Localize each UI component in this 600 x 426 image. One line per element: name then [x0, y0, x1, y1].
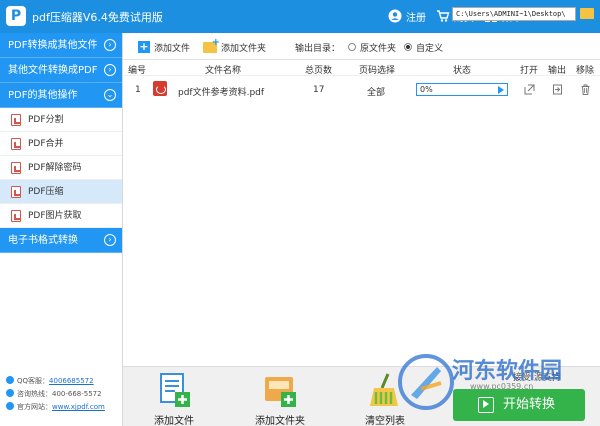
browse-folder-icon[interactable] [580, 8, 594, 19]
app-window: P pdf压缩器V6.4免费试用版 注册 购买 菜单 — ☐ ✕ PDF转换成其… [0, 0, 600, 426]
watermark-text: 河东软件园 [452, 358, 563, 384]
start-convert-button[interactable]: 开始转换 [453, 389, 585, 421]
pdf-doc-icon [11, 210, 21, 222]
big-add-file-label: 添加文件 [154, 416, 194, 426]
col-range: 页码选择 [359, 66, 396, 76]
col-name: 文件名称 [205, 66, 242, 76]
category-label: PDF转换成其他文件 [8, 40, 98, 51]
radio-source-folder[interactable]: 原文件夹 [348, 40, 396, 54]
row-filename: pdf文件参考资料.pdf [178, 88, 265, 98]
output-path-input[interactable]: C:\Users\ADMINI~1\Desktop\ [452, 7, 576, 21]
col-status: 状态 [453, 66, 472, 76]
toolbar: + 添加文件 添加文件夹 输出目录： 原文件夹 自定义 [123, 33, 600, 60]
category-label: 其他文件转换成PDF [8, 65, 98, 76]
sidebar-item-label: PDF合并 [28, 139, 64, 149]
qq-label: QQ客服： [17, 377, 50, 385]
row-pages: 17 [313, 85, 325, 95]
col-remove: 移除 [576, 66, 595, 76]
pdf-doc-icon [11, 114, 21, 126]
register-label: 注册 [406, 12, 426, 24]
sidebar-category-ebook-convert[interactable]: 电子书格式转换 › [0, 228, 122, 253]
col-index: 编号 [128, 66, 147, 76]
sidebar-category-pdf-other-ops[interactable]: PDF的其他操作 ⌄ [0, 83, 122, 108]
output-folder-icon[interactable] [552, 84, 563, 95]
progress-text: 0% [420, 85, 433, 94]
output-dir-text: 输出目录： [295, 43, 341, 54]
col-output: 输出 [548, 66, 567, 76]
col-pages: 总页数 [305, 66, 333, 76]
cart-icon [437, 10, 450, 22]
file-table-header: 编号 文件名称 总页数 页码选择 状态 打开 输出 移除 [123, 60, 600, 76]
play-icon[interactable] [498, 86, 504, 94]
chevron-right-icon: › [104, 64, 116, 76]
big-add-folder-button[interactable]: 添加文件夹 [245, 367, 315, 426]
folder-add-icon [203, 37, 220, 53]
site-label: 官方网站： [17, 403, 52, 411]
globe-icon [6, 402, 14, 410]
sidebar-item-label: PDF图片获取 [28, 211, 82, 221]
pdf-doc-icon [11, 138, 21, 150]
qq-contact: QQ客服：4006685572 [6, 375, 105, 388]
category-label: PDF的其他操作 [8, 90, 78, 101]
output-dir-label: 输出目录： [295, 40, 340, 54]
sidebar-item-pdf-compress[interactable]: PDF压缩 [0, 180, 122, 204]
play-icon [478, 397, 494, 413]
sidebar: PDF转换成其他文件 › 其他文件转换成PDF › PDF的其他操作 ⌄ PDF… [0, 33, 123, 426]
radio-icon [348, 43, 356, 51]
start-convert-label: 开始转换 [503, 397, 556, 412]
radio-source-label: 原文件夹 [360, 43, 397, 54]
phone-label: 咨询热线： [17, 390, 52, 398]
pdf-file-icon [153, 81, 167, 96]
watermark-logo [398, 354, 454, 410]
trash-icon[interactable] [580, 84, 591, 95]
category-label: 电子书格式转换 [8, 235, 78, 246]
row-range[interactable]: 全部 [367, 85, 385, 98]
add-file-icon [160, 373, 190, 407]
open-external-icon[interactable] [524, 84, 535, 95]
sidebar-item-label: PDF压缩 [28, 187, 64, 197]
phone-contact: 咨询热线：400-668-5572 [6, 388, 105, 401]
qq-icon [6, 376, 14, 384]
sidebar-category-other-to-pdf[interactable]: 其他文件转换成PDF › [0, 58, 122, 83]
big-add-file-button[interactable]: 添加文件 [139, 367, 209, 426]
qq-link[interactable]: 4006685572 [49, 377, 94, 385]
chevron-right-icon: › [104, 234, 116, 246]
big-add-folder-label: 添加文件夹 [255, 416, 305, 426]
site-contact: 官方网站：www.xjpdf.com [6, 401, 105, 414]
plus-icon: + [138, 40, 150, 53]
add-file-label: 添加文件 [154, 43, 191, 54]
phone-value: 400-668-5572 [52, 390, 102, 398]
pdf-doc-icon [11, 186, 21, 198]
sidebar-category-pdf-to-other[interactable]: PDF转换成其他文件 › [0, 33, 122, 58]
col-open: 打开 [520, 66, 539, 76]
clear-list-label: 清空列表 [365, 416, 405, 426]
sidebar-item-label: PDF分割 [28, 115, 64, 125]
app-title: pdf压缩器V6.4免费试用版 [32, 11, 163, 24]
add-file-button[interactable]: + 添加文件 [138, 40, 190, 54]
row-index: 1 [135, 85, 141, 95]
radio-custom-label: 自定义 [416, 43, 444, 54]
chevron-right-icon: › [104, 39, 116, 51]
add-folder-button[interactable]: 添加文件夹 [203, 37, 267, 54]
radio-selected-icon [404, 43, 412, 51]
phone-icon [6, 389, 14, 397]
progress-bar: 0% [416, 83, 508, 96]
register-button[interactable]: 注册 [388, 7, 426, 25]
chevron-down-icon: ⌄ [104, 89, 116, 101]
sidebar-item-pdf-image-extract[interactable]: PDF图片获取 [0, 204, 122, 228]
app-logo-icon: P [6, 6, 26, 26]
radio-custom-folder[interactable]: 自定义 [404, 40, 443, 54]
add-folder-label: 添加文件夹 [221, 43, 267, 54]
sidebar-item-pdf-unlock[interactable]: PDF解除密码 [0, 156, 122, 180]
sidebar-item-label: PDF解除密码 [28, 163, 82, 173]
sidebar-item-pdf-merge[interactable]: PDF合并 [0, 132, 122, 156]
sidebar-item-pdf-split[interactable]: PDF分割 [0, 108, 122, 132]
site-link[interactable]: www.xjpdf.com [52, 403, 105, 411]
user-icon [388, 9, 402, 23]
contact-info: QQ客服：4006685572 咨询热线：400-668-5572 官方网站：w… [6, 375, 105, 414]
add-folder-icon [265, 377, 296, 407]
pdf-doc-icon [11, 162, 21, 174]
